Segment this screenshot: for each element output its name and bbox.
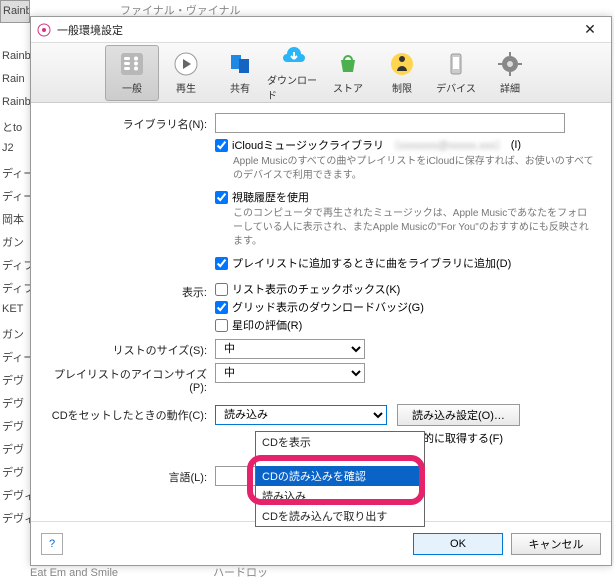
tab-store[interactable]: ストア: [321, 45, 375, 101]
library-name-label: ライブラリ名(N):: [45, 113, 215, 132]
language-label: 言語(L):: [45, 466, 215, 485]
grid-download-badge-option[interactable]: グリッド表示のダウンロードバッジ(G): [215, 299, 597, 315]
tab-general[interactable]: 一般: [105, 45, 159, 101]
download-icon: [280, 44, 308, 70]
dialog-title: 一般環境設定: [57, 22, 575, 38]
itunes-icon: [37, 23, 51, 37]
ok-button[interactable]: OK: [413, 533, 503, 555]
cd-insert-action-select[interactable]: 読み込み: [215, 405, 387, 425]
dropdown-option-import-eject[interactable]: CDを読み込んで取り出す: [256, 506, 424, 526]
gear-icon: [496, 50, 524, 78]
dropdown-option-show-cd[interactable]: CDを表示: [256, 432, 424, 452]
dialog-footer: ? OK キャンセル: [31, 521, 611, 565]
play-icon: [172, 50, 200, 78]
titlebar: 一般環境設定 ✕: [31, 17, 611, 43]
library-name-input[interactable]: [215, 113, 565, 133]
device-icon: [442, 50, 470, 78]
tab-restrictions[interactable]: 制限: [375, 45, 429, 101]
switches-icon: [118, 50, 146, 78]
list-size-label: リストのサイズ(S):: [45, 339, 215, 358]
dropdown-option-confirm-import[interactable]: CDの読み込みを確認: [256, 466, 424, 486]
help-button[interactable]: ?: [41, 533, 63, 555]
icloud-music-library-checkbox[interactable]: iCloudミュージックライブラリ（xxxxxxx@xxxxx.xxx）(I): [215, 137, 597, 153]
display-label: 表示:: [45, 281, 215, 300]
use-listening-history-checkbox[interactable]: 視聴履歴を使用: [215, 189, 597, 205]
tab-downloads[interactable]: ダウンロード: [267, 45, 321, 101]
background-library-list: RainbowRainbRainRainbとtoJ2ディーディー岡本ガンディフデ…: [0, 0, 30, 584]
cd-action-dropdown[interactable]: CDを表示 CDの読み込みを確認 読み込み CDを読み込んで取り出す: [255, 431, 425, 527]
dropdown-option-blank[interactable]: [256, 452, 424, 466]
add-playlist-to-library-checkbox[interactable]: プレイリストに追加するときに曲をライブラリに追加(D): [215, 255, 597, 271]
import-settings-button[interactable]: 読み込み設定(O)…: [397, 404, 520, 426]
bg-bottom-row: Eat Em and Smile ハードロッ: [30, 564, 610, 584]
tab-sharing[interactable]: 共有: [213, 45, 267, 101]
list-checkbox-option[interactable]: リスト表示のチェックボックス(K): [215, 281, 597, 297]
list-size-select[interactable]: 中: [215, 339, 365, 359]
store-icon: [334, 50, 362, 78]
icloud-description: Apple Musicのすべての曲やプレイリストをiCloudに保存すれば、お使…: [233, 155, 597, 183]
star-rating-option[interactable]: 星印の評価(R): [215, 317, 597, 333]
preferences-toolbar: 一般 再生 共有 ダウンロード ストア 制限 デバイス 詳細: [31, 43, 611, 103]
tab-playback[interactable]: 再生: [159, 45, 213, 101]
playlist-icon-size-label: プレイリストのアイコンサイズ(P):: [45, 363, 215, 394]
tab-advanced[interactable]: 詳細: [483, 45, 537, 101]
close-icon[interactable]: ✕: [575, 21, 605, 38]
dropdown-option-import[interactable]: 読み込み: [256, 486, 424, 506]
sharing-icon: [226, 50, 254, 78]
restrictions-icon: [388, 50, 416, 78]
preferences-dialog: 一般環境設定 ✕ 一般 再生 共有 ダウンロード ストア 制限 デ: [30, 16, 612, 566]
playlist-icon-size-select[interactable]: 中: [215, 363, 365, 383]
tab-devices[interactable]: デバイス: [429, 45, 483, 101]
history-description: このコンピュータで再生されたミュージックは、Apple Musicであなたをフォ…: [233, 207, 597, 249]
auto-fetch-checkbox[interactable]: 動的に取得する(F): [395, 430, 597, 446]
cd-insert-action-label: CDをセットしたときの動作(C):: [45, 404, 215, 423]
cancel-button[interactable]: キャンセル: [511, 533, 601, 555]
